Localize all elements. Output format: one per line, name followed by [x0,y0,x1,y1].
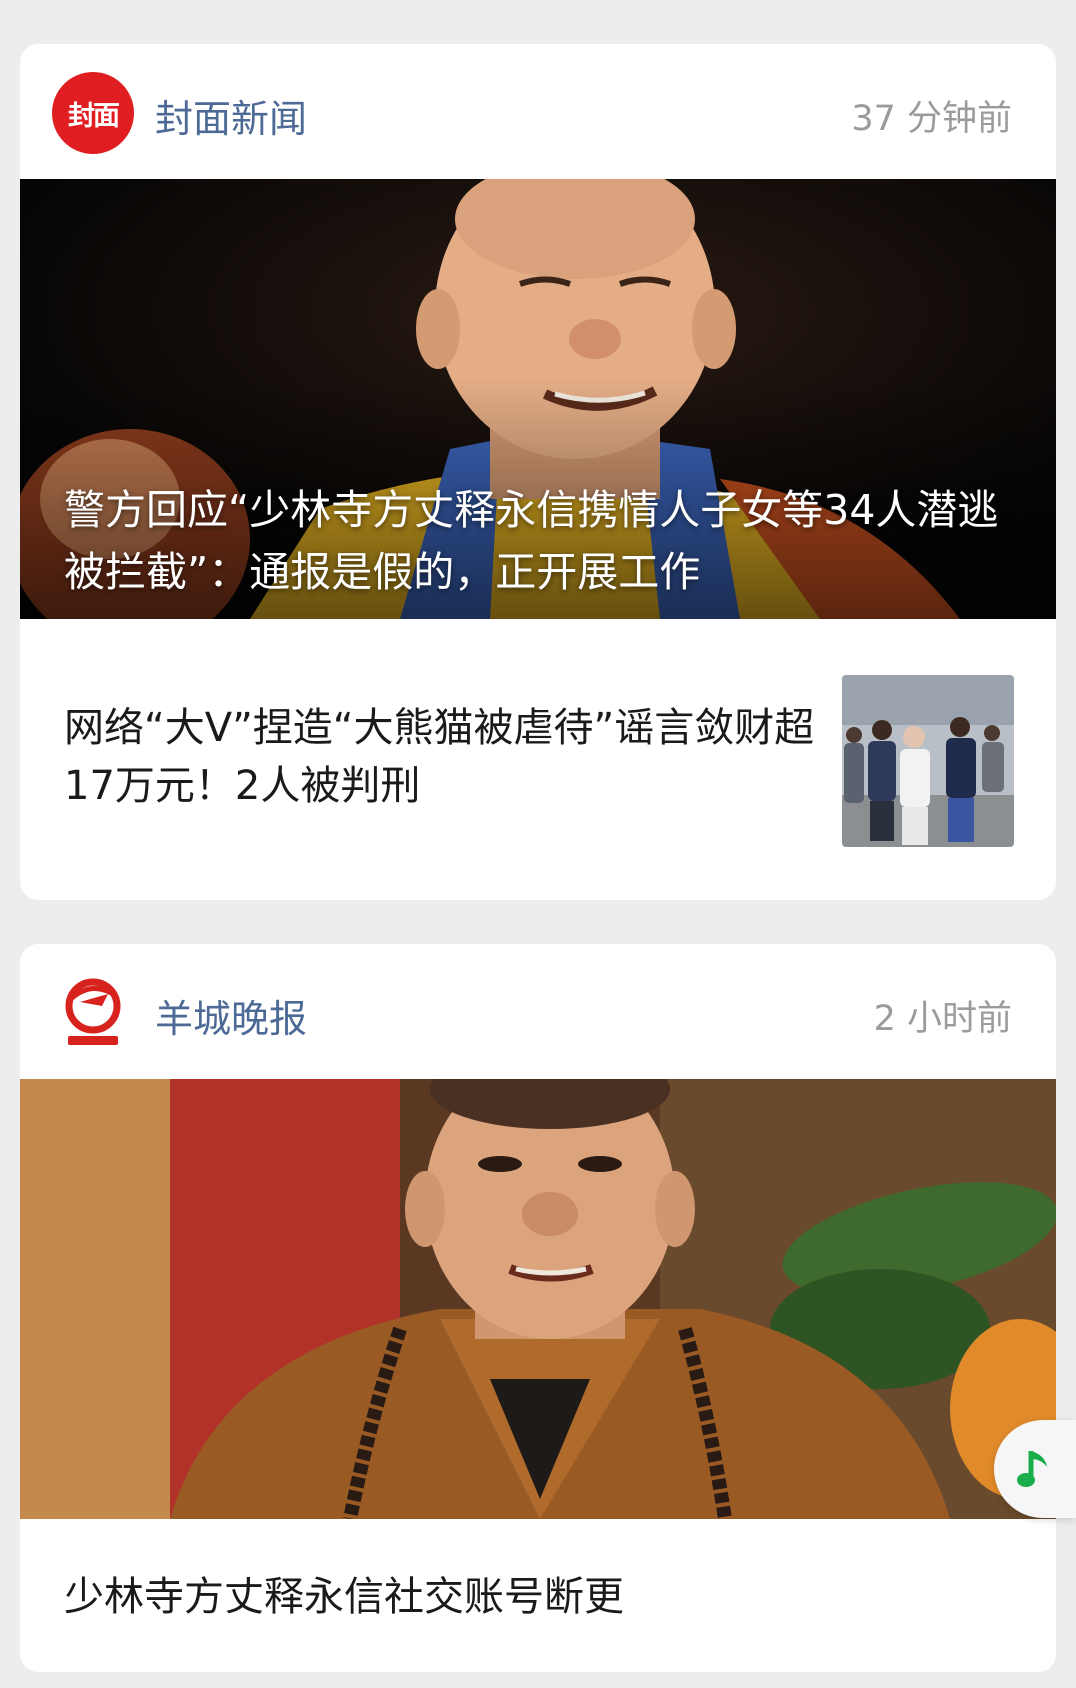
card-header: 封面 封面新闻 37 分钟前 [20,44,1056,179]
news-card[interactable]: 封面 封面新闻 37 分钟前 警方回应“少林寺方丈释永信携情人子女等34人潜逃被… [20,44,1056,900]
timestamp: 37 分钟前 [851,99,1012,139]
article-title[interactable]: 少林寺方丈释永信社交账号断更 [64,1568,624,1626]
music-note-icon [1017,1451,1047,1487]
yangcheng-logo-icon [65,978,121,1045]
article-thumbnail[interactable] [842,675,1014,847]
hero-image [20,1079,1056,1519]
news-card[interactable]: 羊城晚报 2 小时前 少林寺方丈释永信社交账号断更 [20,944,1056,1672]
source-logo[interactable]: 封面 [52,72,134,154]
source-name[interactable]: 羊城晚报 [155,988,307,1043]
hero-headline[interactable]: 警方回应“少林寺方丈释永信携情人子女等34人潜逃被拦截”：通报是假的，正开展工作 [64,479,1012,603]
article-title[interactable]: 网络“大V”捏造“大熊猫被虐待”谣言敛财超17万元！2人被判刑 [64,699,844,815]
source-logo[interactable] [52,972,134,1054]
list-item[interactable]: 网络“大V”捏造“大熊猫被虐待”谣言敛财超17万元！2人被判刑 [20,619,1056,900]
source-name[interactable]: 封面新闻 [155,88,307,143]
card-header: 羊城晚报 2 小时前 [20,944,1056,1079]
hero-article[interactable] [20,1079,1056,1519]
timestamp: 2 小时前 [873,999,1012,1039]
source-logo-text: 封面 [68,100,120,132]
thumbnail-image [842,675,1014,847]
hero-article[interactable]: 警方回应“少林寺方丈释永信携情人子女等34人潜逃被拦截”：通报是假的，正开展工作 [20,179,1056,619]
